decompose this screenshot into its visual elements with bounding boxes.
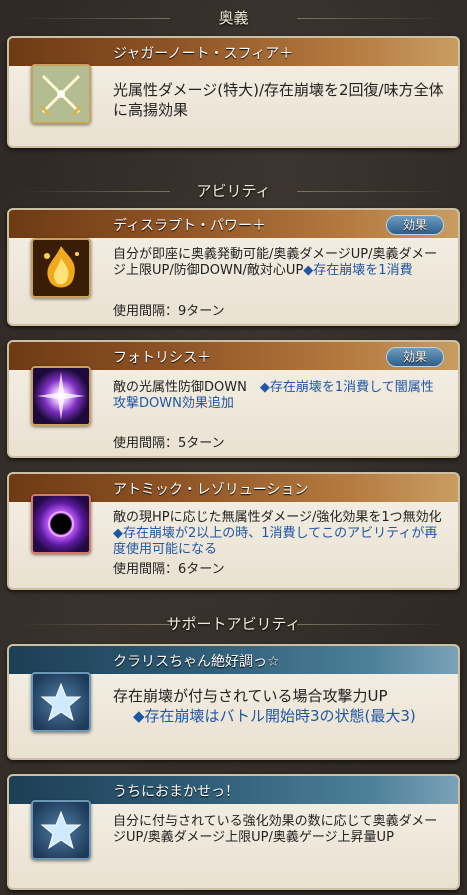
ability-cooldown: 使用間隔：9ターン bbox=[113, 304, 225, 319]
ability-card-2[interactable]: フォトリシス＋ 効果 敵の光属性防御DOWN ◆存在崩壊を1消費して闇属性攻撃D… bbox=[7, 340, 460, 458]
ability-cooldown: 使用間隔：5ターン bbox=[113, 436, 225, 451]
violet-burst-icon bbox=[31, 366, 91, 426]
support-note: ◆存在崩壊はバトル開始時3の状態(最大3) bbox=[133, 707, 416, 725]
support-name: うちにおまかせっ！ bbox=[113, 784, 239, 800]
support-card-2[interactable]: うちにおまかせっ！ 自分に付与されている強化効果の数に応じて奥義ダメージUP/奥… bbox=[7, 774, 460, 890]
ability-description: 敵の光属性防御DOWN ◆存在崩壊を1消費して闇属性攻撃DOWN効果追加 bbox=[113, 380, 444, 412]
ability-name: ディスラプト・パワー＋ bbox=[113, 218, 267, 234]
ability-effect-text: 敵の光属性防御DOWN bbox=[113, 380, 247, 395]
ability-card-3[interactable]: アトミック・レゾリューション 敵の現HPに応じた無属性ダメージ/強化効果を1つ無… bbox=[7, 472, 460, 590]
ability-description: 自分が即座に奥義発動可能/奥義ダメージUP/奥義ダメージ上限UP/防御DOWN/… bbox=[113, 247, 444, 279]
section-title-support: サポートアビリティ bbox=[0, 613, 467, 634]
support-effect-text: 存在崩壊が付与されている場合攻撃力UP bbox=[113, 687, 388, 705]
ability-description: 敵の現HPに応じた無属性ダメージ/強化効果を1つ無効化 ◆存在崩壊が2以上の時、… bbox=[113, 510, 444, 558]
star-icon bbox=[31, 800, 91, 860]
effect-button[interactable]: 効果 bbox=[386, 347, 444, 367]
ougi-name: ジャガーノート・スフィア＋ bbox=[113, 46, 294, 62]
ability-effect-text: 敵の現HPに応じた無属性ダメージ/強化効果を1つ無効化 bbox=[113, 510, 442, 525]
ability-name: フォトリシス＋ bbox=[113, 350, 211, 366]
support-description: 存在崩壊が付与されている場合攻撃力UP ◆存在崩壊はバトル開始時3の状態(最大3… bbox=[113, 686, 444, 726]
ability-note: ◆存在崩壊を1消費 bbox=[303, 263, 413, 278]
ability-card-1[interactable]: ディスラプト・パワー＋ 効果 自分が即座に奥義発動可能/奥義ダメージUP/奥義ダ… bbox=[7, 208, 460, 326]
section-title-ougi: 奥義 bbox=[0, 7, 467, 28]
ability-note: ◆存在崩壊が2以上の時、1消費してこのアビリティが再度使用可能になる bbox=[113, 526, 438, 557]
support-name: クラリスちゃん絶好調っ☆ bbox=[113, 654, 280, 670]
ability-name: アトミック・レゾリューション bbox=[113, 482, 309, 498]
ougi-card[interactable]: ジャガーノート・スフィア＋ 光属性ダメージ(特大)/存在崩壊を2回復/味方全体に… bbox=[7, 36, 460, 148]
dark-orb-icon bbox=[31, 494, 91, 554]
ougi-description: 光属性ダメージ(特大)/存在崩壊を2回復/味方全体に高揚効果 bbox=[113, 81, 444, 119]
golden-flame-icon bbox=[31, 238, 91, 298]
crossed-swords-icon bbox=[31, 64, 91, 124]
effect-button[interactable]: 効果 bbox=[386, 215, 444, 235]
section-title-abilities: アビリティ bbox=[0, 180, 467, 201]
star-icon bbox=[31, 672, 91, 732]
support-description: 自分に付与されている強化効果の数に応じて奥義ダメージUP/奥義ダメージ上限UP/… bbox=[113, 814, 438, 845]
support-card-1[interactable]: クラリスちゃん絶好調っ☆ 存在崩壊が付与されている場合攻撃力UP ◆存在崩壊はバ… bbox=[7, 644, 460, 760]
ability-cooldown: 使用間隔：6ターン bbox=[113, 562, 225, 577]
